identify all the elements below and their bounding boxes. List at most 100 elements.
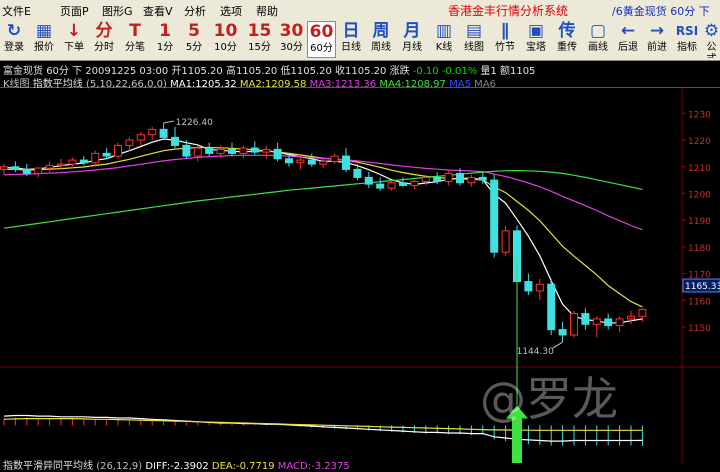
low-marker-line bbox=[552, 341, 563, 349]
candle-body bbox=[285, 158, 293, 164]
period-monthly-button[interactable]: 月月线 bbox=[397, 21, 427, 58]
candle-body bbox=[421, 176, 430, 182]
quote-label: 报价 bbox=[34, 42, 54, 53]
amount-label: 额 bbox=[499, 66, 510, 77]
trades-label: 分笔 bbox=[125, 42, 145, 53]
candle-body bbox=[444, 172, 453, 182]
arrow-left-icon: ← bbox=[620, 21, 636, 41]
quote-button[interactable]: ▦ 报价 bbox=[29, 21, 59, 58]
menu-analysis[interactable]: 分析 bbox=[184, 3, 206, 19]
candle-body bbox=[638, 309, 647, 317]
period-weekly-button[interactable]: 周周线 bbox=[366, 21, 396, 58]
candle-body bbox=[604, 318, 613, 327]
period-15min-button[interactable]: 15 15分 bbox=[243, 21, 276, 58]
candle-body bbox=[501, 230, 510, 253]
candle-body bbox=[558, 329, 567, 336]
period-5min-button[interactable]: 5 5分 bbox=[180, 21, 208, 58]
candle-body bbox=[262, 148, 271, 153]
menu-bar: 文件E 页面P 图形G 查看V 分析 选项 帮助 香港金丰行情分析系统 /6黄金… bbox=[0, 0, 720, 21]
period-60min-button[interactable]: 60 60分 bbox=[307, 21, 336, 58]
line-chart-icon: ▤ bbox=[465, 21, 483, 41]
chart-svg[interactable]: 1230122012101200119011801170116011501165… bbox=[0, 88, 720, 463]
candle-body bbox=[193, 147, 202, 157]
window-title: 香港金丰行情分析系统 bbox=[448, 4, 569, 18]
low-price-annotation: 1144.30 bbox=[517, 347, 554, 357]
y-tick-label: 1230 bbox=[688, 110, 711, 120]
period-daily-glyph: 日 bbox=[342, 21, 360, 41]
chart-area[interactable]: 1230 1220 1210 1200 1190 1180 1170 1160 1150 1165… bbox=[0, 88, 720, 472]
tower-chart-label: 宝塔 bbox=[526, 42, 546, 53]
candle-body bbox=[250, 147, 259, 153]
draw-line-button[interactable]: ▢ 画线 bbox=[583, 21, 613, 58]
period-30min-button[interactable]: 30 30分 bbox=[277, 21, 306, 58]
period-15min-label: 15分 bbox=[248, 42, 271, 53]
draw-line-label: 画线 bbox=[588, 42, 608, 53]
formula-label: 公式 bbox=[706, 42, 717, 58]
menu-options[interactable]: 选项 bbox=[220, 3, 242, 19]
indicator-label: 指标 bbox=[677, 42, 697, 53]
period-1min-button[interactable]: 1 1分 bbox=[151, 21, 179, 58]
forward-label: 前进 bbox=[647, 42, 667, 53]
period-10min-label: 10分 bbox=[214, 42, 237, 53]
candle-body bbox=[581, 313, 590, 325]
ma-line-ma4 bbox=[3, 169, 643, 229]
candle-body bbox=[399, 182, 407, 186]
y-tick-label: 1180 bbox=[688, 244, 711, 254]
order-label: 下单 bbox=[64, 42, 84, 53]
tower-chart-button[interactable]: ▣ 宝塔 bbox=[521, 21, 551, 58]
macd-indicator-line: 指数平滑异同平均线 (26,12,9) DIFF:-2.3902 DEA:-0.… bbox=[3, 457, 350, 472]
line-chart-button[interactable]: ▤ 线图 bbox=[459, 21, 489, 58]
login-button[interactable]: ↻ 登录 bbox=[0, 21, 28, 58]
candle-body bbox=[353, 168, 362, 178]
period-10min-glyph: 10 bbox=[213, 21, 238, 41]
candle-body bbox=[376, 183, 385, 189]
period-daily-button[interactable]: 日日线 bbox=[337, 21, 365, 58]
y-tick-label: 1210 bbox=[688, 164, 711, 174]
kline-button[interactable]: ▥ K线 bbox=[430, 21, 458, 58]
menu-page[interactable]: 页面P bbox=[60, 3, 89, 19]
menu-file[interactable]: 文件E bbox=[2, 3, 31, 19]
candle-body bbox=[79, 159, 88, 164]
indicator-button[interactable]: RSI 指标 bbox=[672, 21, 702, 58]
high-marker-line bbox=[163, 120, 174, 124]
arrow-right-icon: → bbox=[649, 21, 665, 41]
period-weekly-label: 周线 bbox=[371, 42, 391, 53]
tick-chart-button[interactable]: 分分时 bbox=[89, 21, 119, 58]
y-tick-label: 1190 bbox=[688, 217, 711, 227]
candle-body bbox=[228, 148, 236, 154]
candle-body bbox=[216, 148, 225, 154]
candle-body bbox=[330, 155, 339, 162]
refresh-icon: ↻ bbox=[6, 21, 22, 41]
candle-body bbox=[387, 182, 396, 189]
candle-body bbox=[627, 315, 635, 320]
candle-body bbox=[307, 159, 316, 165]
forward-button[interactable]: → 前进 bbox=[643, 21, 671, 58]
menu-view[interactable]: 查看V bbox=[143, 3, 173, 19]
period-monthly-glyph: 月 bbox=[403, 21, 421, 41]
back-button[interactable]: ← 后退 bbox=[614, 21, 642, 58]
retransmit-button[interactable]: 传重传 bbox=[552, 21, 582, 58]
candlestick-icon: ▥ bbox=[435, 21, 453, 41]
trades-button[interactable]: T 分笔 bbox=[120, 21, 150, 58]
toolbar: ↻ 登录 ▦ 报价 ↓ 下单 分分时 T 分笔 1 1分 5 5分 10 10分 15 15分 … bbox=[0, 20, 720, 61]
retransmit-label: 重传 bbox=[557, 42, 577, 53]
candle-body bbox=[136, 134, 145, 141]
menu-graph[interactable]: 图形G bbox=[102, 3, 133, 19]
candle-body bbox=[45, 164, 54, 169]
high-price-annotation: 1226.40 bbox=[176, 118, 213, 128]
bar-chart-button[interactable]: ∥ 竹节 bbox=[490, 21, 520, 58]
candle-body bbox=[273, 148, 282, 160]
window-subtitle: /6黄金现货 60分 下 bbox=[612, 5, 710, 18]
candle-body bbox=[547, 283, 556, 331]
bamboo-icon: ∥ bbox=[500, 21, 510, 41]
menu-help[interactable]: 帮助 bbox=[256, 3, 278, 19]
candle-body bbox=[535, 283, 544, 292]
formula-button[interactable]: ⚙公式 bbox=[703, 21, 720, 58]
rsi-icon: RSI bbox=[675, 24, 699, 38]
candle-body bbox=[57, 163, 65, 166]
period-10min-button[interactable]: 10 10分 bbox=[209, 21, 242, 58]
kline-label: K线 bbox=[435, 42, 453, 53]
order-button[interactable]: ↓ 下单 bbox=[60, 21, 88, 58]
candle-body bbox=[239, 147, 248, 154]
candle-body bbox=[148, 128, 157, 136]
